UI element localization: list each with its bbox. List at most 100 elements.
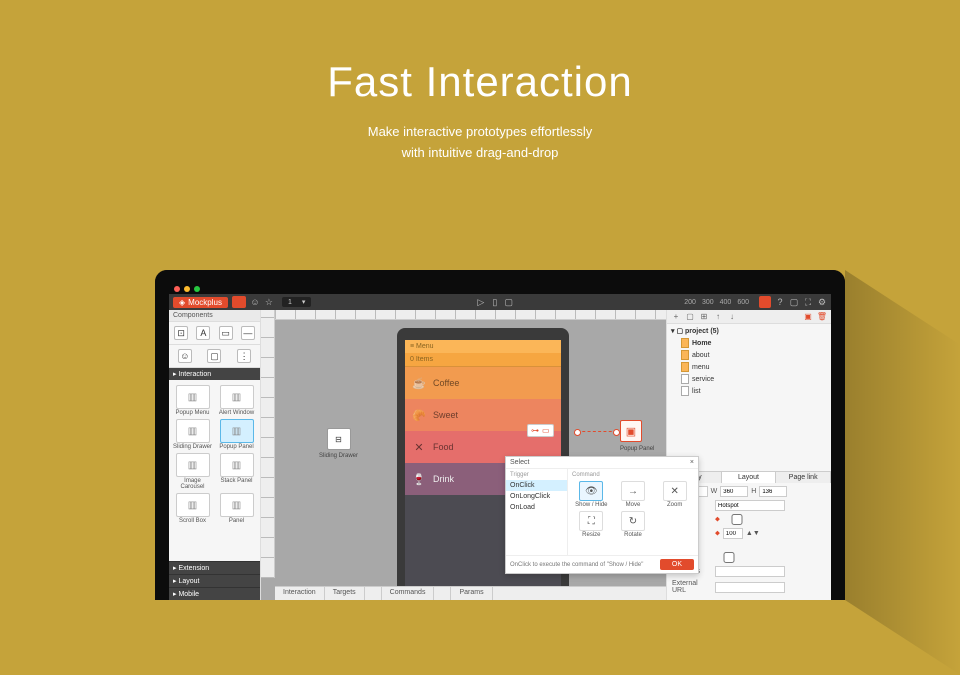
line-tool-icon[interactable]: ― (241, 326, 255, 340)
section-extension[interactable]: ▸ Extension (169, 561, 260, 574)
on-input[interactable] (715, 500, 785, 511)
link-handle[interactable]: ⊶▭ (527, 424, 554, 437)
shape-tool-icon[interactable]: ▭ (219, 326, 233, 340)
smiley-icon[interactable]: ☺ (250, 297, 260, 307)
hierarchy-icon[interactable]: ⊞ (699, 312, 709, 322)
h-input[interactable] (759, 486, 787, 497)
panel-icon[interactable]: ▢ (789, 297, 799, 307)
drawer-icon: ⊟ (335, 435, 342, 444)
section-layout[interactable]: ▸ Layout (169, 574, 260, 587)
canvas-footer-tabs[interactable]: InteractionTargets Commands Params (275, 586, 666, 600)
command-rotate[interactable]: ↻Rotate (614, 511, 653, 538)
device-icon[interactable]: ▯ (490, 297, 500, 307)
markup-check[interactable] (715, 552, 743, 563)
trash-icon[interactable]: 🗑 (817, 312, 827, 322)
command-show-hide[interactable]: 👁Show / Hide (572, 481, 611, 508)
canvas-tab[interactable]: Params (451, 587, 492, 600)
select-dialog: Select× Trigger OnClickOnLongClickOnLoad… (505, 456, 699, 574)
page-selector[interactable]: 1▾ (282, 297, 311, 307)
star-icon[interactable]: ☆ (264, 297, 274, 307)
toolbox-row-2: ☺ ▢ ⋮ (169, 345, 260, 368)
canvas-tab[interactable] (434, 587, 451, 600)
dialog-title: Select (510, 459, 529, 466)
command-resize[interactable]: ⛶Resize (572, 511, 611, 538)
trigger-onload[interactable]: OnLoad (506, 502, 567, 513)
zoom-levels[interactable]: 200300400600 (678, 299, 755, 306)
ruler-horizontal (275, 310, 666, 320)
add-icon[interactable]: + (671, 312, 681, 322)
right-toolbar: + ▢ ⊞ ↑ ↓ ▣ 🗑 (667, 310, 831, 324)
fullscreen-icon[interactable]: ⛶ (803, 297, 813, 307)
page-menu[interactable]: menu (671, 361, 827, 373)
clone-icon[interactable]: ▣ (803, 312, 813, 322)
page-about[interactable]: about (671, 349, 827, 361)
down-icon[interactable]: ↓ (727, 312, 737, 322)
select-tool-icon[interactable]: ⊡ (174, 326, 188, 340)
trigger-onlongclick[interactable]: OnLongClick (506, 491, 567, 502)
ok-button[interactable]: OK (660, 559, 694, 570)
up-icon[interactable]: ↑ (713, 312, 723, 322)
remarks-input[interactable] (715, 566, 785, 577)
text-tool-icon[interactable]: A (196, 326, 210, 340)
canvas-tab[interactable]: Commands (382, 587, 435, 600)
close-icon[interactable]: × (690, 459, 694, 466)
maximize-icon[interactable] (194, 286, 200, 292)
left-panel: Components ⊡ A ▭ ― ☺ ▢ ⋮ ▸ Interaction ▥… (169, 310, 261, 600)
url-input[interactable] (715, 582, 785, 593)
minimize-icon[interactable] (184, 286, 190, 292)
toolbar-mode-icon[interactable] (232, 296, 246, 308)
folder-icon[interactable]: ▢ (685, 312, 695, 322)
command-zoom[interactable]: ✕Zoom (655, 481, 694, 508)
link-icon: ⊶ (531, 426, 539, 435)
component-popup-panel[interactable]: ▥Popup Panel (216, 419, 257, 450)
sliding-drawer-widget[interactable]: ⊟ Sliding Drawer (319, 428, 358, 459)
component-alert-window[interactable]: ▥Alert Window (216, 385, 257, 416)
page-service[interactable]: service (671, 373, 827, 385)
window-traffic-lights (169, 284, 831, 294)
component-stack-panel[interactable]: ▥Stack Panel (216, 453, 257, 490)
menu-row-coffee[interactable]: ☕Coffee (405, 367, 561, 399)
monitor-shadow (845, 270, 960, 675)
dots-tool-icon[interactable]: ⋮ (237, 349, 251, 363)
component-scroll-box[interactable]: ▥Scroll Box (172, 493, 213, 524)
component-image-carousel[interactable]: ▥Image Carousel (172, 453, 213, 490)
brand-badge[interactable]: ◈ Mockplus (173, 297, 228, 308)
page-list[interactable]: list (671, 385, 827, 397)
close-icon[interactable] (174, 286, 180, 292)
menu-subtitle: 0 Items (405, 353, 561, 367)
toolbox-row: ⊡ A ▭ ― (169, 322, 260, 345)
component-popup-menu[interactable]: ▥Popup Menu (172, 385, 213, 416)
page-tree: ▾ ▢ project (5) Homeaboutmenuservicelist (667, 324, 831, 400)
export-icon[interactable]: ▢ (504, 297, 514, 307)
main-toolbar: ◈ Mockplus ☺ ☆ 1▾ ▷ ▯ ▢ 200300400600 ? ▢… (169, 294, 831, 310)
popup-panel-target[interactable]: ▣ (620, 420, 642, 442)
opacity-input[interactable] (723, 528, 743, 539)
component-panel[interactable]: ▥Panel (216, 493, 257, 524)
tree-root[interactable]: ▾ ▢ project (5) (671, 327, 827, 335)
tab-layout[interactable]: Layout (722, 472, 777, 483)
canvas-tab[interactable]: Interaction (275, 587, 325, 600)
link-line (577, 431, 617, 432)
component-sliding-drawer[interactable]: ▥Sliding Drawer (172, 419, 213, 450)
canvas-tab[interactable]: Targets (325, 587, 365, 600)
trigger-onclick[interactable]: OnClick (506, 480, 567, 491)
grid-toggle-icon[interactable] (759, 296, 771, 308)
section-mobile[interactable]: ▸ Mobile (169, 587, 260, 600)
settings-icon[interactable]: ⚙ (817, 297, 827, 307)
w-input[interactable] (720, 486, 748, 497)
command-move[interactable]: →Move (614, 481, 653, 508)
rect-tool-icon[interactable]: ▢ (207, 349, 221, 363)
help-icon[interactable]: ? (775, 297, 785, 307)
play-icon[interactable]: ▷ (476, 297, 486, 307)
dialog-message: OnClick to execute the command of "Show … (510, 562, 643, 568)
hero-subtitle: Make interactive prototypes effortlessly… (0, 122, 960, 164)
interaction-link[interactable]: ▣ Popup Panel (577, 420, 642, 442)
tab-pagelink[interactable]: Page link (776, 472, 831, 483)
section-interaction[interactable]: ▸ Interaction (169, 368, 260, 380)
smile-tool-icon[interactable]: ☺ (178, 349, 192, 363)
shadow-check[interactable] (723, 514, 751, 525)
canvas-tab[interactable] (365, 587, 382, 600)
ruler-vertical (261, 310, 275, 578)
page-home[interactable]: Home (671, 337, 827, 349)
hero-title: Fast Interaction (0, 0, 960, 106)
